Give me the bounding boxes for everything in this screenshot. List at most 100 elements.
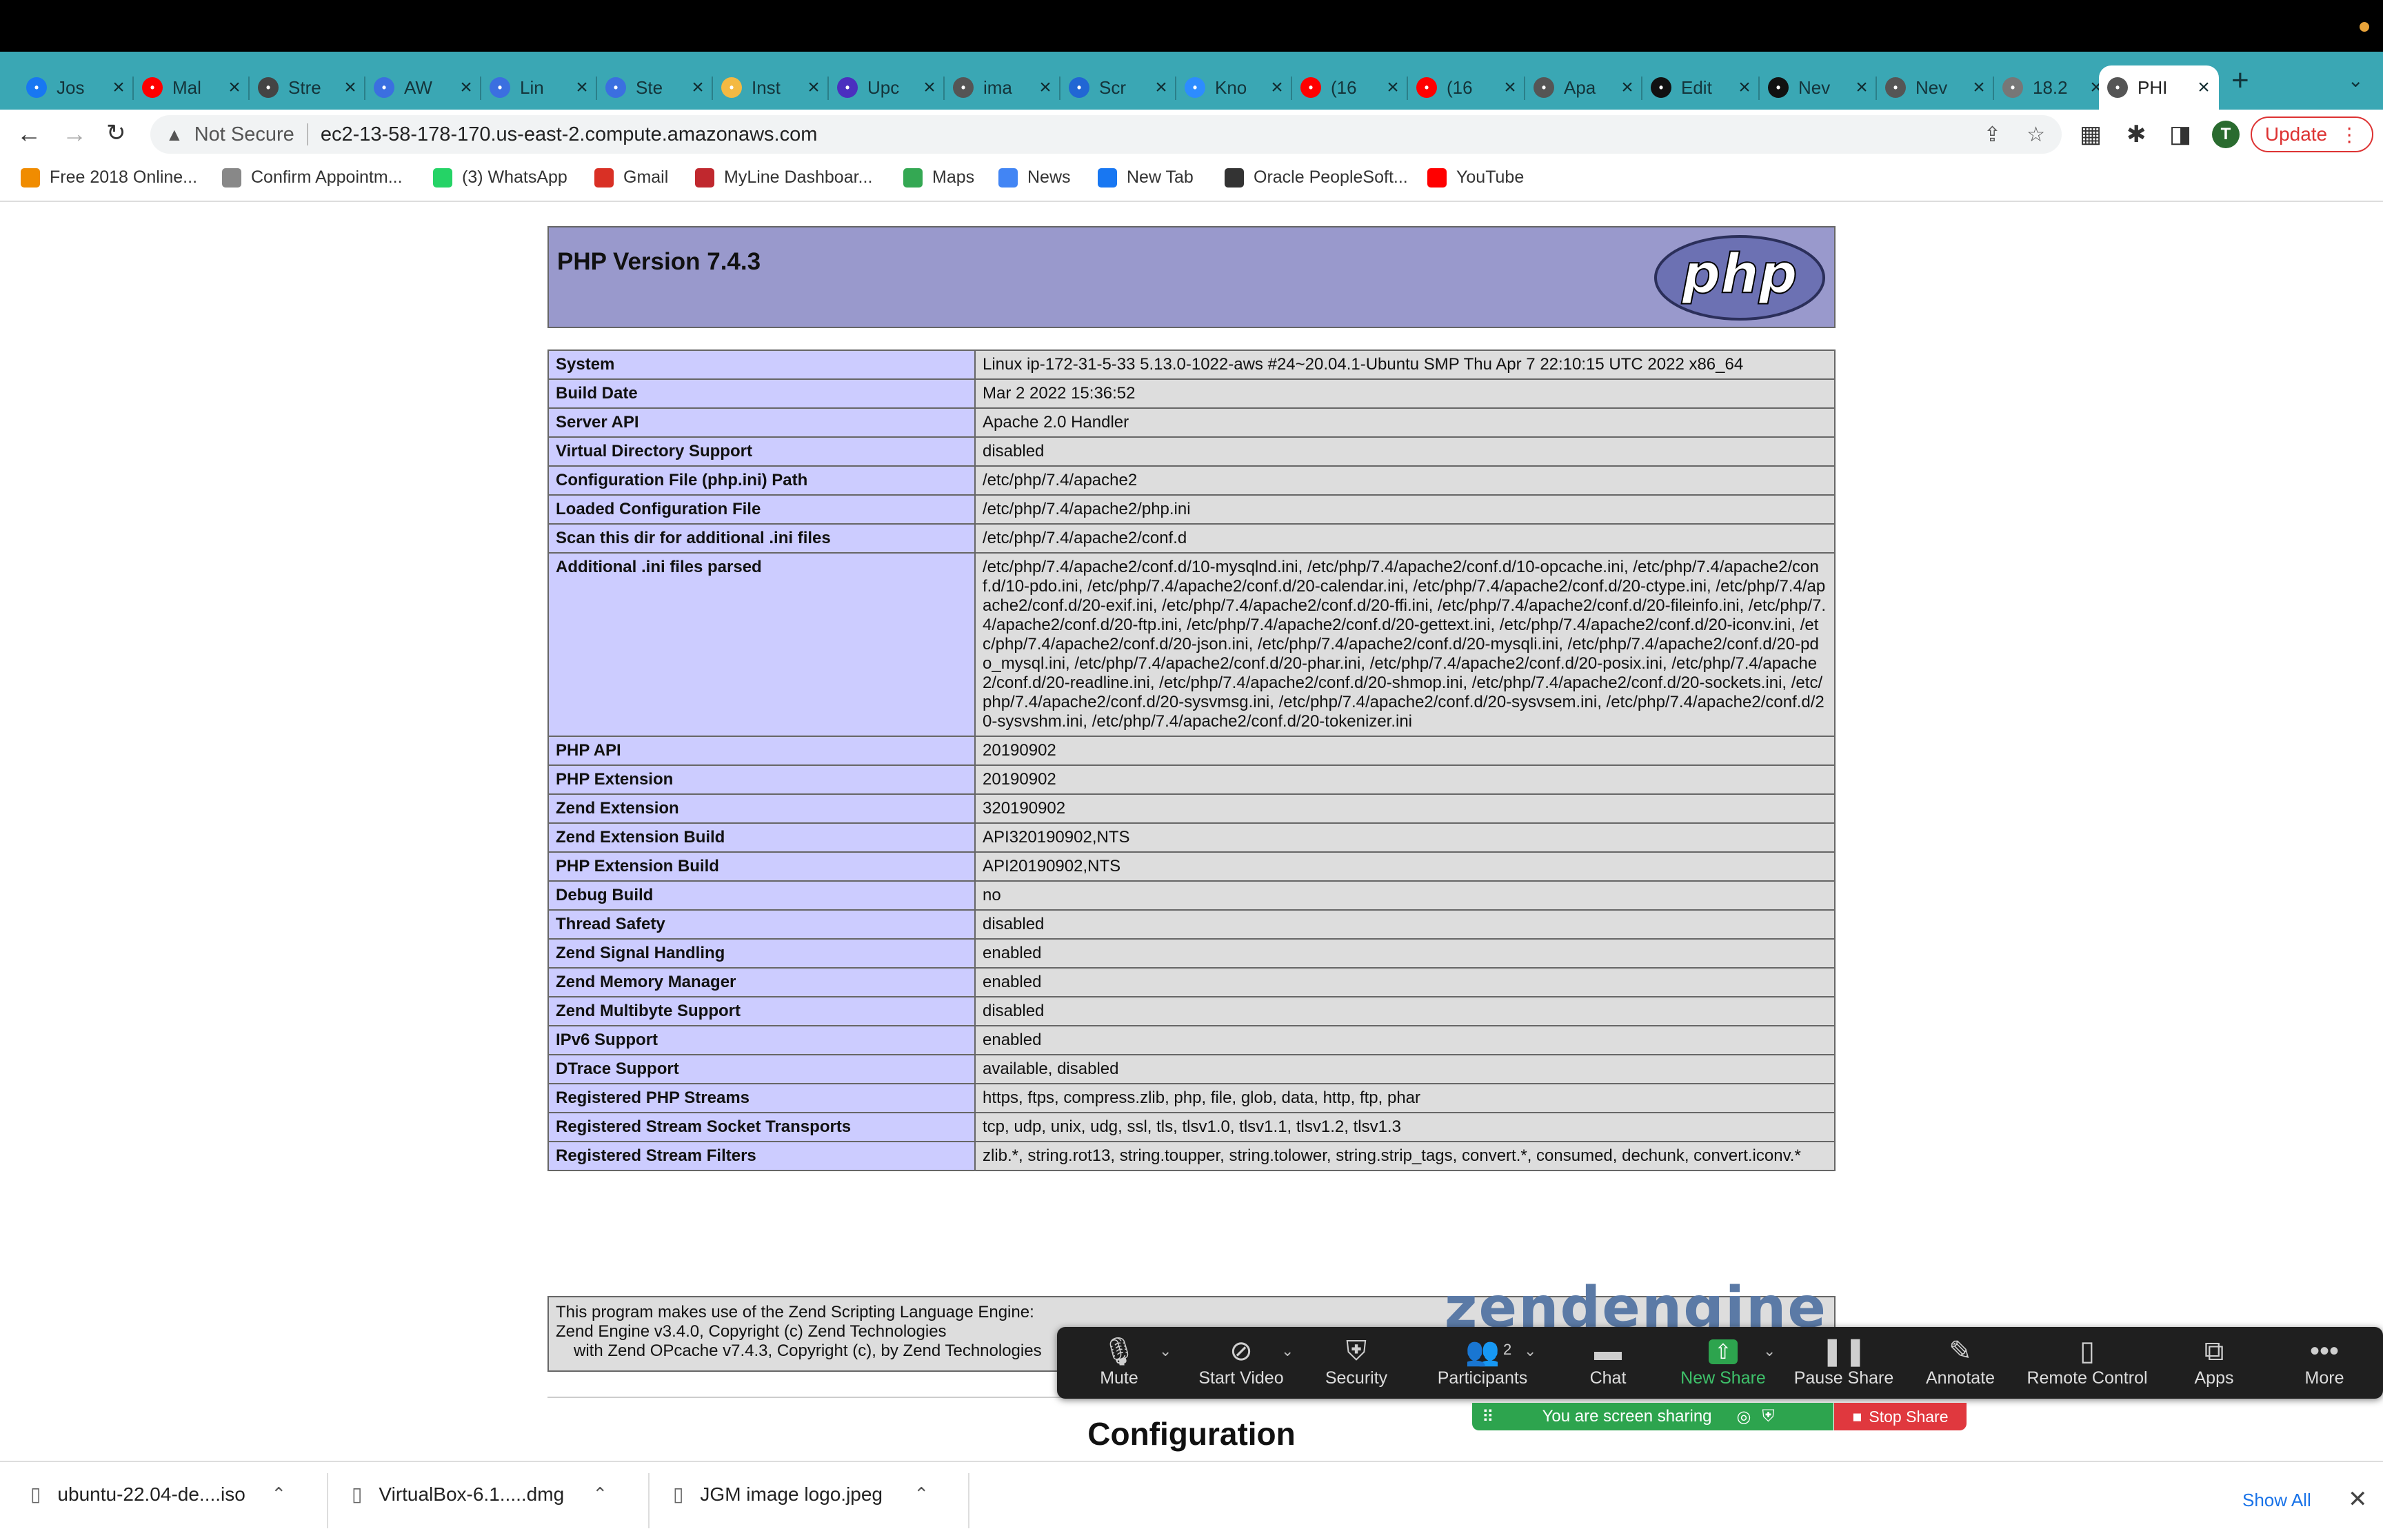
update-button[interactable]: Update ⋮: [2251, 116, 2373, 152]
bookmark-item[interactable]: Gmail: [594, 168, 668, 188]
bookmark-item[interactable]: News: [998, 168, 1071, 188]
download-item[interactable]: ▯ ubuntu-22.04-de....iso ⌃: [30, 1483, 286, 1506]
browser-tab[interactable]: • 18.2 ×: [1994, 65, 2111, 110]
not-secure-label[interactable]: Not Secure: [194, 123, 294, 146]
drag-handle-icon[interactable]: ⠿: [1482, 1407, 1494, 1427]
bookmark-item[interactable]: Confirm Appointm...: [222, 168, 403, 188]
browser-tab[interactable]: • Mal ×: [134, 65, 250, 110]
chevron-down-icon[interactable]: ⌄: [1763, 1342, 1776, 1360]
zoom-control-apps[interactable]: ⧉ Apps: [2152, 1334, 2276, 1388]
browser-tab[interactable]: • Kno ×: [1176, 65, 1292, 110]
tab-close-icon[interactable]: ×: [1500, 76, 1520, 99]
tab-close-icon[interactable]: ×: [1152, 76, 1171, 99]
tab-close-icon[interactable]: ×: [1036, 76, 1055, 99]
browser-tab[interactable]: • Scr ×: [1060, 65, 1176, 110]
php-info-row: Debug Build no: [547, 880, 1836, 911]
bookmark-item[interactable]: MyLine Dashboar...: [695, 168, 872, 188]
side-panel-icon[interactable]: ◨: [2169, 121, 2191, 148]
show-all-downloads-link[interactable]: Show All: [2242, 1490, 2311, 1511]
chevron-up-icon[interactable]: ⌃: [592, 1483, 607, 1505]
tab-close-icon[interactable]: ×: [225, 76, 244, 99]
browser-tab[interactable]: • Lin ×: [481, 65, 597, 110]
php-info-row: Zend Signal Handling enabled: [547, 938, 1836, 969]
browser-tab[interactable]: • Inst ×: [713, 65, 829, 110]
close-download-shelf-icon[interactable]: ✕: [2348, 1486, 2368, 1513]
bookmark-item[interactable]: YouTube: [1427, 168, 1524, 188]
browser-tab[interactable]: • AW ×: [365, 65, 481, 110]
chevron-up-icon[interactable]: ⌃: [914, 1483, 929, 1505]
tab-search-chevron-icon[interactable]: ⌄: [2348, 69, 2364, 92]
zoom-control-mute[interactable]: 🎙 Mute ⌄: [1057, 1334, 1181, 1388]
forward-arrow-icon[interactable]: →: [62, 119, 87, 148]
tab-close-icon[interactable]: ×: [1383, 76, 1402, 99]
php-info-key: Zend Memory Manager: [547, 967, 976, 997]
bookmark-item[interactable]: Maps: [903, 168, 974, 188]
zoom-control-remote-control[interactable]: ▯ Remote Control: [2025, 1334, 2149, 1388]
download-item[interactable]: ▯ JGM image logo.jpeg ⌃: [673, 1483, 929, 1506]
url-text[interactable]: ec2-13-58-178-170.us-east-2.compute.amaz…: [321, 123, 818, 146]
tab-close-icon[interactable]: ×: [920, 76, 939, 99]
tab-close-icon[interactable]: ×: [804, 76, 823, 99]
zoom-control-security[interactable]: ⛨ Security: [1294, 1334, 1418, 1388]
zoom-control-chat[interactable]: ▬ Chat: [1546, 1334, 1670, 1388]
extension-icon[interactable]: ▦: [2080, 121, 2102, 148]
browser-tab[interactable]: • Apa ×: [1525, 65, 1642, 110]
browser-tab[interactable]: • Jos ×: [18, 65, 134, 110]
tab-close-icon[interactable]: ×: [1969, 76, 1989, 99]
tab-close-icon[interactable]: ×: [341, 76, 360, 99]
profile-initial: T: [2220, 125, 2231, 143]
steps-icon: •: [605, 77, 626, 98]
share-page-icon[interactable]: ⇪: [1984, 123, 2001, 147]
chevron-down-icon[interactable]: ⌄: [1159, 1342, 1172, 1360]
tab-close-icon[interactable]: ×: [109, 76, 128, 99]
stop-share-button[interactable]: ■ Stop Share: [1834, 1403, 1967, 1430]
browser-tab[interactable]: • Nev ×: [1760, 65, 1877, 110]
puzzle-icon[interactable]: ✱: [2126, 121, 2146, 148]
browser-tab[interactable]: • Upc ×: [829, 65, 945, 110]
browser-tab[interactable]: • Stre ×: [250, 65, 365, 110]
browser-tab[interactable]: • PHI ×: [2099, 65, 2219, 110]
pause-icon: ❚❚: [1820, 1336, 1867, 1366]
browser-tab[interactable]: • (16 ×: [1292, 65, 1408, 110]
configuration-heading: Configuration: [1087, 1416, 1296, 1452]
profile-avatar[interactable]: T: [2212, 121, 2240, 148]
bookmark-item[interactable]: New Tab: [1098, 168, 1194, 188]
zoom-control-participants[interactable]: 👥 Participants 2 ⌄: [1420, 1334, 1545, 1388]
tab-title: Lin: [520, 77, 544, 98]
bookmark-item[interactable]: Oracle PeopleSoft...: [1225, 168, 1408, 188]
chevron-down-icon[interactable]: ⌄: [1281, 1342, 1294, 1360]
zoom-control-new-share[interactable]: ⇧ New Share ⌄: [1661, 1334, 1785, 1388]
browser-tab[interactable]: • Edit ×: [1642, 65, 1760, 110]
chevron-down-icon[interactable]: ⌄: [1524, 1342, 1536, 1360]
tab-close-icon[interactable]: ×: [1852, 76, 1871, 99]
download-item[interactable]: ▯ VirtualBox-6.1.....dmg ⌃: [352, 1483, 607, 1506]
tab-close-icon[interactable]: ×: [1618, 76, 1637, 99]
zoom-control-annotate[interactable]: ✎ Annotate: [1898, 1334, 2022, 1388]
reload-icon[interactable]: ↻: [106, 119, 126, 147]
php-version-title: PHP Version 7.4.3: [557, 248, 761, 275]
tab-close-icon[interactable]: ×: [2194, 76, 2213, 99]
tab-close-icon[interactable]: ×: [1735, 76, 1754, 99]
php-info-value: API20190902,NTS: [974, 851, 1836, 882]
tab-close-icon[interactable]: ×: [456, 76, 476, 99]
zoom-control-more[interactable]: ••• More: [2262, 1334, 2383, 1388]
browser-tab[interactable]: • Ste ×: [597, 65, 713, 110]
zoom-control-label: Participants: [1437, 1368, 1528, 1388]
chevron-up-icon[interactable]: ⌃: [271, 1483, 286, 1505]
browser-tab[interactable]: • Nev ×: [1877, 65, 1994, 110]
browser-tab[interactable]: • ima ×: [945, 65, 1060, 110]
tab-close-icon[interactable]: ×: [572, 76, 592, 99]
back-arrow-icon[interactable]: ←: [17, 119, 41, 148]
tab-close-icon[interactable]: ×: [1267, 76, 1287, 99]
zoom-control-pause-share[interactable]: ❚❚ Pause Share: [1782, 1334, 1906, 1388]
bookmark-item[interactable]: Free 2018 Online...: [21, 168, 197, 188]
bookmark-item[interactable]: (3) WhatsApp: [433, 168, 567, 188]
new-tab-button[interactable]: +: [2231, 63, 2249, 98]
browser-tab[interactable]: • (16 ×: [1408, 65, 1525, 110]
bookmark-star-icon[interactable]: ☆: [2027, 123, 2045, 147]
zoom-control-start-video[interactable]: ⊘ Start Video ⌄: [1179, 1334, 1303, 1388]
tab-title: Stre: [288, 77, 321, 98]
address-bar[interactable]: ▲ Not Secure ec2-13-58-178-170.us-east-2…: [150, 115, 2062, 154]
tab-close-icon[interactable]: ×: [688, 76, 707, 99]
download-separator: [327, 1473, 328, 1528]
